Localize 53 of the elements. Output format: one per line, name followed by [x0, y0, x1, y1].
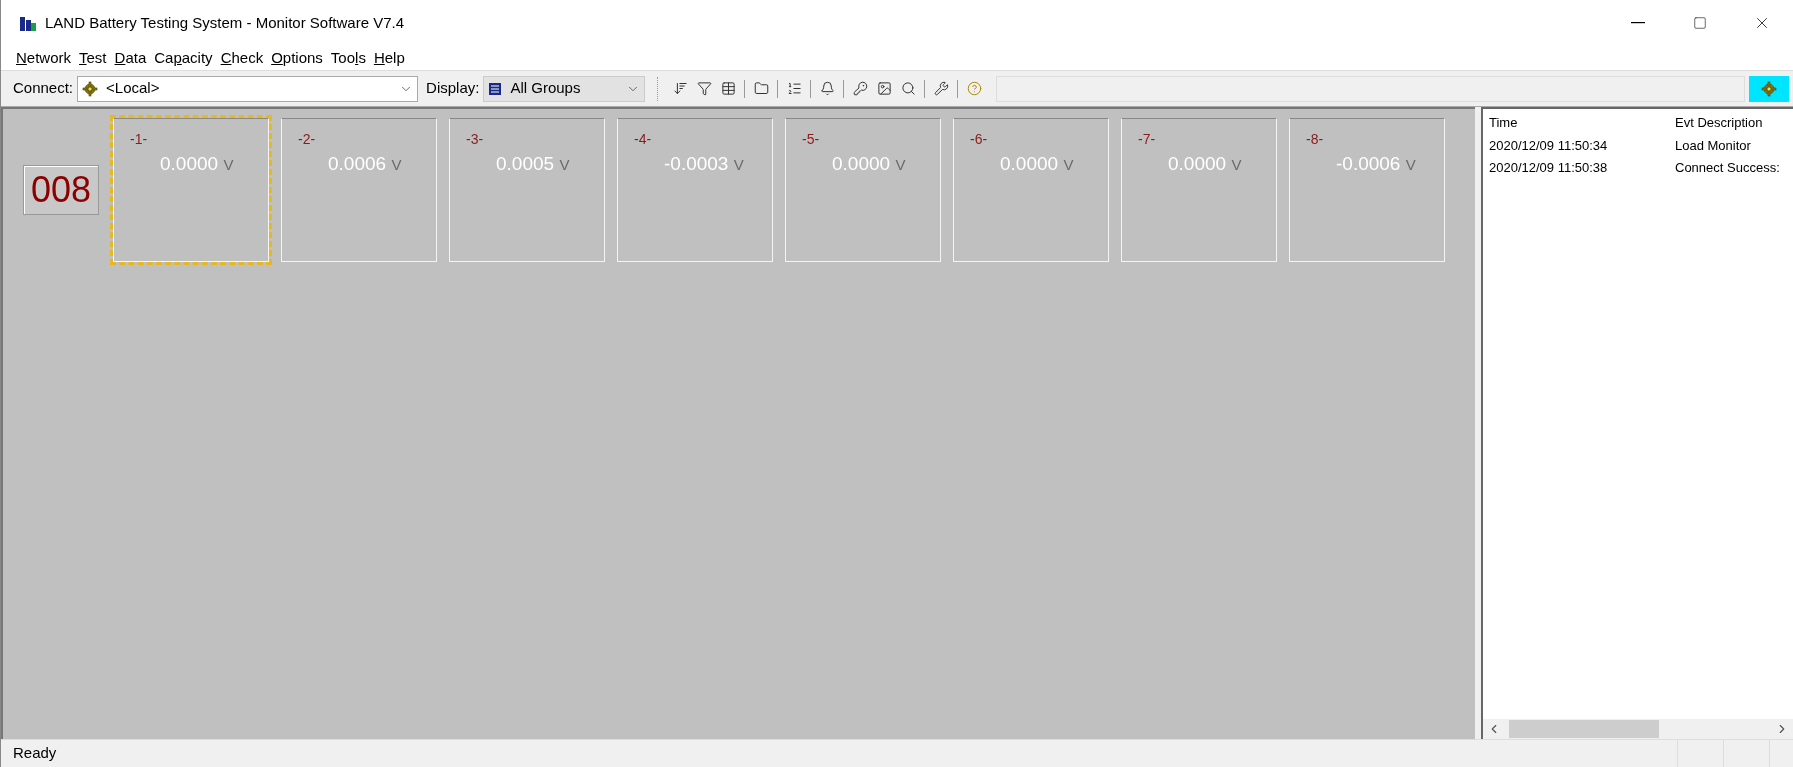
- menu-item[interactable]: Network: [13, 46, 75, 70]
- menu-item[interactable]: Options: [268, 46, 326, 70]
- gear-icon: [1761, 80, 1777, 97]
- channel-voltage: 0.0006 V: [327, 152, 403, 176]
- event-cell-text: 2020/12/09 11:50:34: [1489, 136, 1609, 155]
- channel-label: -3-: [466, 130, 485, 149]
- channel-card[interactable]: -6- 0.0000 V: [950, 115, 1112, 265]
- channel-voltage: -0.0006 V: [1335, 152, 1417, 176]
- channel-card[interactable]: -2- 0.0006 V: [278, 115, 440, 265]
- channel-label: -5-: [802, 130, 821, 149]
- maximize-icon: [1693, 16, 1707, 30]
- horizontal-scrollbar[interactable]: [1483, 719, 1793, 739]
- menu-item[interactable]: Tools: [327, 46, 369, 70]
- channel-voltage: 0.0005 V: [495, 152, 571, 176]
- channel-voltage: -0.0003 V: [663, 152, 745, 176]
- menu-item[interactable]: Test: [76, 46, 110, 70]
- display-dropdown[interactable]: All Groups: [483, 75, 646, 102]
- menu-item[interactable]: Capacity: [151, 46, 216, 70]
- channel-voltage: 0.0000 V: [159, 152, 235, 176]
- menu-item[interactable]: Data: [111, 46, 150, 70]
- menu-item[interactable]: Help: [370, 46, 408, 70]
- gear-icon: [82, 80, 99, 97]
- channel-voltage: 0.0000 V: [999, 152, 1075, 176]
- channel-card[interactable]: -5- 0.0000 V: [782, 115, 944, 265]
- channel-label: -1-: [130, 130, 149, 149]
- event-cell-text: Connect Success:: [1675, 159, 1781, 177]
- minimize-icon: [1631, 22, 1645, 24]
- channel-label: -2-: [298, 130, 317, 149]
- channel-label: -7-: [1138, 130, 1157, 149]
- channel-voltage: 0.0000 V: [1167, 152, 1243, 176]
- column-header[interactable]: Time: [1489, 113, 1675, 133]
- channel-card[interactable]: -8- -0.0006 V: [1286, 115, 1448, 265]
- menu-item[interactable]: Check: [217, 46, 267, 70]
- channel-card[interactable]: -1- 0.0000 V: [110, 115, 272, 265]
- box-number: 008: [23, 165, 99, 215]
- connect-label: Connect:: [13, 78, 74, 99]
- event-cell-text: 2020/12/09 11:50:38: [1489, 159, 1609, 177]
- channel-label: -8-: [1306, 130, 1325, 149]
- status-text: Ready: [12, 743, 58, 764]
- list-icon: [488, 81, 503, 96]
- channel-label: -6-: [970, 130, 989, 149]
- channel-voltage: 0.0000 V: [831, 152, 907, 176]
- display-label: Display:: [426, 78, 480, 99]
- event-cell-text: Load Monitor: [1675, 136, 1752, 155]
- connection-status-button[interactable]: [1749, 75, 1789, 102]
- column-header[interactable]: Evt Description: [1675, 113, 1793, 133]
- battery-app-icon: [19, 14, 37, 32]
- channel-card[interactable]: -3- 0.0005 V: [446, 115, 608, 265]
- window-title: LAND Battery Testing System - Monitor Software V7.4: [45, 12, 405, 33]
- connect-dropdown[interactable]: <Local>: [77, 75, 419, 102]
- channel-card[interactable]: -4- -0.0003 V: [614, 115, 776, 265]
- channel-card[interactable]: -7- 0.0000 V: [1118, 115, 1280, 265]
- channel-label: -4-: [634, 130, 653, 149]
